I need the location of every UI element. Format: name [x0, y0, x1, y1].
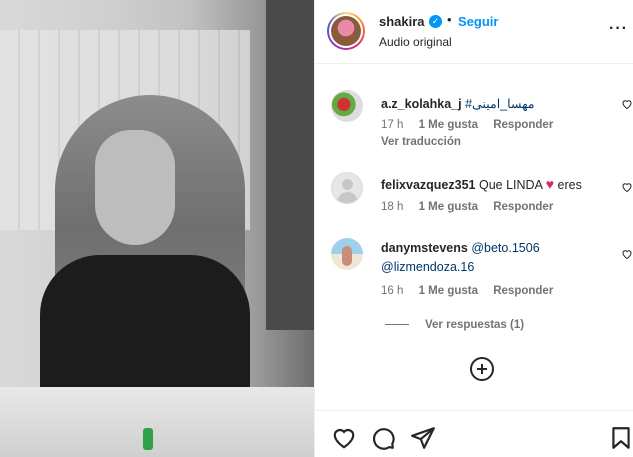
video-table — [0, 387, 314, 457]
red-heart-emoji: ♥ — [545, 176, 555, 192]
comment-mention[interactable]: @lizmendoza.16 — [381, 260, 474, 274]
commenter-avatar[interactable] — [331, 238, 363, 270]
reel-video[interactable] — [0, 0, 314, 457]
comment-time[interactable]: 16 h — [381, 285, 403, 297]
comment-time[interactable]: 17 h — [381, 119, 403, 131]
commenter-avatar[interactable] — [331, 90, 363, 122]
video-door — [266, 0, 314, 330]
commenter-username[interactable]: felixvazquez351 — [381, 178, 476, 192]
comment-likes[interactable]: 1 Me gusta — [419, 201, 478, 213]
see-translation-button[interactable]: Ver traducción — [381, 136, 461, 148]
commenter-username[interactable]: a.z_kolahka_j — [381, 97, 462, 111]
comment-time[interactable]: 18 h — [381, 201, 403, 213]
comment-icon[interactable] — [370, 425, 396, 451]
reply-button[interactable]: Responder — [493, 201, 553, 213]
verified-icon: ✓ — [429, 15, 442, 28]
video-person-face — [95, 130, 175, 245]
comment-meta: 17 h 1 Me gusta Responder — [381, 119, 565, 131]
comment-likes[interactable]: 1 Me gusta — [419, 119, 478, 131]
comment-likes[interactable]: 1 Me gusta — [419, 285, 478, 297]
header-separator: • — [447, 12, 452, 27]
view-replies-label[interactable]: Ver respuestas (1) — [425, 319, 524, 331]
comment-hashtag[interactable]: #مهسا_امینی — [465, 97, 534, 111]
author-username[interactable]: shakira — [379, 14, 425, 29]
commenter-username[interactable]: danymstevens — [381, 241, 468, 255]
heart-icon[interactable] — [331, 425, 357, 451]
post-actions-bar — [315, 410, 633, 457]
commenter-avatar[interactable] — [331, 172, 363, 204]
author-avatar[interactable] — [327, 12, 365, 50]
like-comment-heart-icon[interactable] — [621, 98, 633, 110]
comment-meta: 16 h 1 Me gusta Responder — [381, 285, 565, 297]
comment-text-end: eres — [557, 178, 582, 192]
audio-label[interactable]: Audio original — [379, 35, 452, 49]
add-comment-icon[interactable] — [470, 357, 494, 381]
follow-button[interactable]: Seguir — [458, 14, 498, 29]
more-options-icon[interactable]: ··· — [609, 20, 628, 38]
bookmark-icon[interactable] — [608, 425, 633, 451]
comment-mention[interactable]: @beto.1506 — [471, 241, 539, 255]
comment-text: Que LINDA — [478, 178, 543, 192]
video-green-marker — [143, 428, 153, 450]
share-icon[interactable] — [410, 425, 436, 451]
reply-button[interactable]: Responder — [493, 119, 553, 131]
comment-meta: 18 h 1 Me gusta Responder — [381, 201, 565, 213]
post-header: shakira ✓ • Seguir Audio original ··· — [315, 0, 633, 64]
like-comment-heart-icon[interactable] — [621, 248, 633, 260]
post-side-panel: shakira ✓ • Seguir Audio original ··· a.… — [314, 0, 633, 457]
like-comment-heart-icon[interactable] — [621, 181, 633, 193]
reply-button[interactable]: Responder — [493, 285, 553, 297]
view-replies-button[interactable]: Ver respuestas (1) — [385, 319, 524, 331]
replies-divider — [385, 324, 409, 326]
